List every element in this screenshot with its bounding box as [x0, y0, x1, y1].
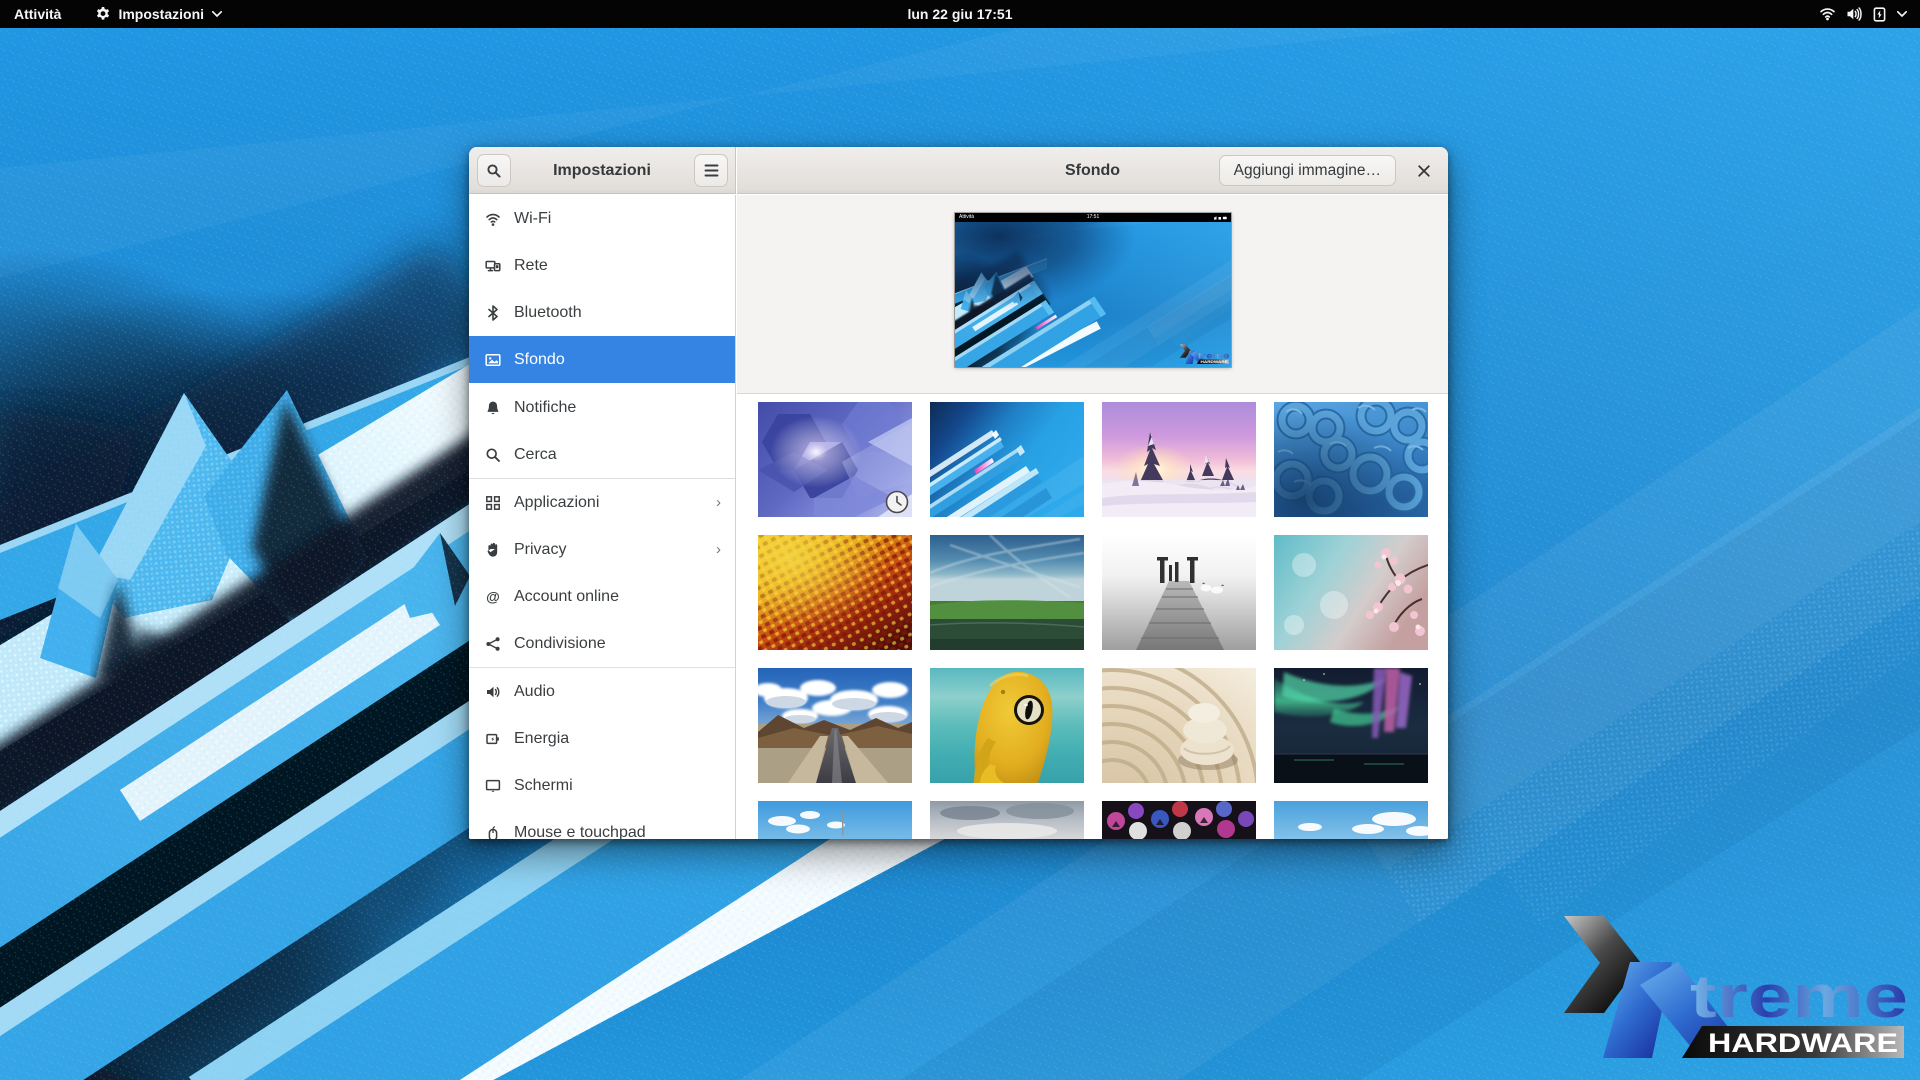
svg-text:@: @: [486, 589, 500, 605]
svg-text:HARDWARE: HARDWARE: [1708, 1028, 1898, 1058]
svg-text:treme: treme: [1690, 963, 1908, 1030]
